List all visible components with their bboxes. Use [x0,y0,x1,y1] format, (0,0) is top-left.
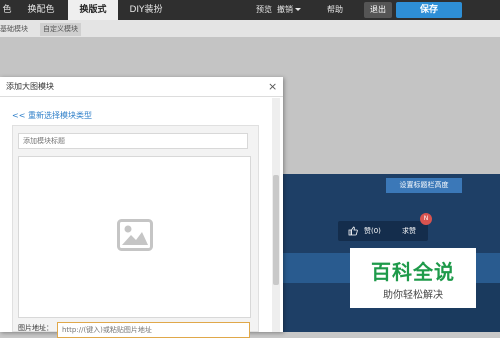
undo-label: 撤销 [277,5,293,14]
tab-change-layout[interactable]: 换版式 [68,0,118,20]
dialog-divider [0,96,283,97]
subtab-custom-modules[interactable]: 自定义模块 [40,23,81,36]
dialog-scrollbar-thumb[interactable] [273,175,279,285]
subtab-basic-modules[interactable]: 基础模块 [0,23,28,36]
watermark-title: 百科全说 [371,260,455,284]
tab-color-partial[interactable]: 色 [0,0,14,20]
exit-button[interactable]: 退出 [364,2,392,18]
reselect-module-type-link[interactable]: << 重新选择模块类型 [12,110,92,121]
undo-dropdown[interactable]: 撤销 [277,0,301,20]
dialog-title: 添加大图模块 [6,82,54,91]
new-badge: N [420,213,432,225]
dropdown-caret-icon [295,8,301,11]
image-placeholder-icon [117,219,153,251]
tab-change-color[interactable]: 换配色 [16,0,66,20]
save-button[interactable]: 保存 [396,2,462,18]
like-bar: 赞(0) 求赞 [338,221,428,241]
preview-link[interactable]: 预览 [256,0,272,20]
like-count[interactable]: 赞(0) [364,221,381,241]
close-icon[interactable]: × [268,80,277,93]
thumbs-up-icon [348,226,358,236]
watermark-subtitle: 助你轻松解决 [383,290,443,301]
module-title-input[interactable] [18,133,248,149]
image-address-input[interactable] [57,322,250,338]
help-link[interactable]: 帮助 [327,0,343,20]
tab-diy-decorate[interactable]: DIY装扮 [120,0,172,20]
ask-like[interactable]: 求赞 [402,221,416,241]
set-title-height-button[interactable]: 设置标题栏高度 [386,178,462,193]
